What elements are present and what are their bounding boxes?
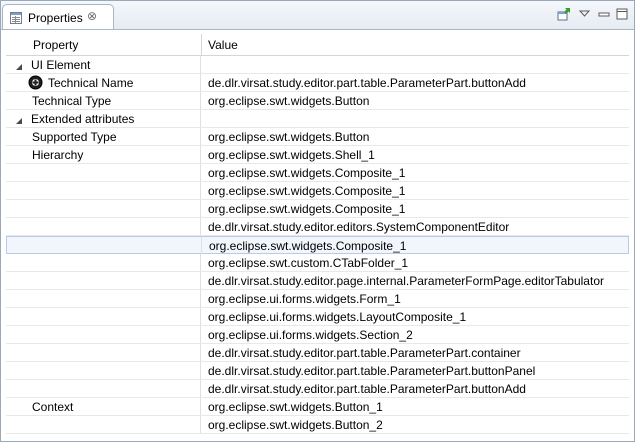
close-icon[interactable]: ⊗ xyxy=(87,9,97,23)
table-row[interactable]: Supported Type org.eclipse.swt.widgets.B… xyxy=(6,128,629,146)
property-name: UI Element xyxy=(31,58,91,72)
table-row[interactable]: Hierarchy org.eclipse.swt.widgets.Shell_… xyxy=(6,146,629,164)
property-value: de.dlr.virsat.study.editor.part.table.Pa… xyxy=(208,382,526,396)
table-row-selected[interactable]: org.eclipse.swt.widgets.Composite_1 xyxy=(6,236,629,254)
property-value: org.eclipse.ui.forms.widgets.LayoutCompo… xyxy=(208,310,467,324)
maximize-icon[interactable] xyxy=(614,6,630,22)
table-row[interactable]: org.eclipse.swt.widgets.Composite_1 xyxy=(6,200,629,218)
property-name: Hierarchy xyxy=(32,148,84,162)
property-value: org.eclipse.swt.widgets.Composite_1 xyxy=(208,184,406,198)
table-row[interactable]: org.eclipse.swt.widgets.Composite_1 xyxy=(6,164,629,182)
property-name: Supported Type xyxy=(32,130,117,144)
property-value: de.dlr.virsat.study.editor.part.table.Pa… xyxy=(208,346,521,360)
table-row[interactable]: de.dlr.virsat.study.editor.editors.Syste… xyxy=(6,218,629,236)
table-row[interactable]: Extended attributes xyxy=(6,110,629,128)
property-value: org.eclipse.swt.widgets.Composite_1 xyxy=(208,202,406,216)
table-row[interactable]: Technical Type org.eclipse.swt.widgets.B… xyxy=(6,92,629,110)
property-name: Context xyxy=(32,400,74,414)
property-value: org.eclipse.swt.widgets.Composite_1 xyxy=(209,239,407,253)
table-row[interactable]: de.dlr.virsat.study.editor.part.table.Pa… xyxy=(6,344,629,362)
property-value: org.eclipse.ui.forms.widgets.Form_1 xyxy=(208,292,401,306)
table-row[interactable]: org.eclipse.swt.custom.CTabFolder_1 xyxy=(6,254,629,272)
property-value: de.dlr.virsat.study.editor.page.internal… xyxy=(208,274,604,288)
property-value: de.dlr.virsat.study.editor.editors.Syste… xyxy=(208,220,510,234)
property-name: Technical Type xyxy=(32,94,112,108)
property-value: org.eclipse.swt.widgets.Button xyxy=(208,94,370,108)
table-row[interactable]: org.eclipse.ui.forms.widgets.Section_2 xyxy=(6,326,629,344)
property-value: de.dlr.virsat.study.editor.part.table.Pa… xyxy=(208,364,536,378)
property-value: org.eclipse.swt.widgets.Button_1 xyxy=(208,400,383,414)
table-row[interactable]: de.dlr.virsat.study.editor.part.table.Pa… xyxy=(6,362,629,380)
property-value: org.eclipse.swt.custom.CTabFolder_1 xyxy=(208,256,409,270)
view-menu-icon[interactable] xyxy=(577,6,593,22)
column-header-value[interactable]: Value xyxy=(208,38,238,52)
table-body: UI Element Technical Name de.dlr.virsat.… xyxy=(6,56,629,434)
properties-view: Properties ⊗ Property Value UI Element T… xyxy=(0,0,635,442)
property-value: de.dlr.virsat.study.editor.part.table.Pa… xyxy=(208,76,526,90)
column-header-property[interactable]: Property xyxy=(33,38,78,52)
tab-properties[interactable]: Properties ⊗ xyxy=(2,4,114,29)
property-value: org.eclipse.swt.widgets.Button xyxy=(208,130,370,144)
property-value: org.eclipse.swt.widgets.Button_2 xyxy=(208,418,383,432)
table-row[interactable]: org.eclipse.ui.forms.widgets.LayoutCompo… xyxy=(6,308,629,326)
property-name: Extended attributes xyxy=(31,112,135,126)
expand-triangle-icon[interactable] xyxy=(15,114,23,124)
table-row[interactable]: de.dlr.virsat.study.editor.part.table.Pa… xyxy=(6,380,629,398)
table-row[interactable]: Context org.eclipse.swt.widgets.Button_1 xyxy=(6,398,629,416)
property-value: org.eclipse.swt.widgets.Composite_1 xyxy=(208,166,406,180)
properties-icon xyxy=(10,12,22,24)
property-value: org.eclipse.ui.forms.widgets.Section_2 xyxy=(208,328,413,342)
table-row[interactable]: Technical Name de.dlr.virsat.study.edito… xyxy=(6,74,629,92)
table-row[interactable]: org.eclipse.swt.widgets.Composite_1 xyxy=(6,182,629,200)
minimize-icon[interactable] xyxy=(596,6,612,22)
properties-table: Property Value UI Element Technical Name… xyxy=(6,34,629,436)
table-header: Property Value xyxy=(6,34,629,56)
pin-icon[interactable] xyxy=(556,6,572,22)
table-row[interactable]: UI Element xyxy=(6,56,629,74)
table-row[interactable]: org.eclipse.swt.widgets.Button_2 xyxy=(6,416,629,434)
property-value: org.eclipse.swt.widgets.Shell_1 xyxy=(208,148,375,162)
column-divider[interactable] xyxy=(201,34,202,55)
expand-triangle-icon[interactable] xyxy=(15,60,23,70)
technical-name-icon xyxy=(28,75,43,90)
view-tab-bar: Properties ⊗ xyxy=(1,1,634,30)
table-row[interactable]: org.eclipse.ui.forms.widgets.Form_1 xyxy=(6,290,629,308)
table-row[interactable]: de.dlr.virsat.study.editor.page.internal… xyxy=(6,272,629,290)
property-name: Technical Name xyxy=(48,76,134,90)
tab-title: Properties xyxy=(28,11,83,25)
